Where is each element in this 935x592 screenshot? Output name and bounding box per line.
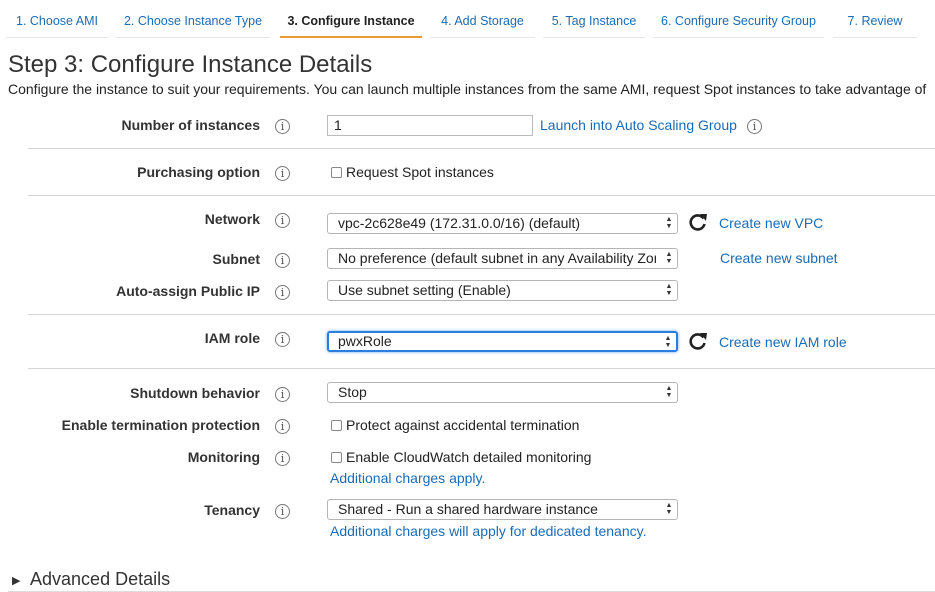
shutdown-value: Stop xyxy=(338,384,367,400)
info-icon[interactable]: i xyxy=(747,119,762,134)
termination-checkbox-label[interactable]: Protect against accidental termination xyxy=(346,417,579,433)
tenancy-value: Shared - Run a shared hardware instance xyxy=(338,501,598,517)
refresh-icon[interactable] xyxy=(688,212,708,232)
instances-label: Number of instances xyxy=(121,117,260,133)
updown-arrows-icon: ▲ ▼ xyxy=(664,335,672,349)
divider xyxy=(28,148,935,149)
wizard-tabs: 1. Choose AMI 2. Choose Instance Type 3.… xyxy=(0,0,935,40)
tab-tag-instance[interactable]: 5. Tag Instance xyxy=(543,4,645,38)
monitoring-checkbox-label[interactable]: Enable CloudWatch detailed monitoring xyxy=(346,449,591,465)
subnet-label: Subnet xyxy=(212,251,260,267)
monitoring-label: Monitoring xyxy=(187,449,260,465)
info-icon[interactable]: i xyxy=(275,451,290,466)
iam-role-value: pwxRole xyxy=(338,333,392,349)
tab-configure-security-group[interactable]: 6. Configure Security Group xyxy=(653,4,824,38)
info-icon[interactable]: i xyxy=(275,332,290,347)
tab-configure-instance[interactable]: 3. Configure Instance xyxy=(280,4,422,38)
network-select[interactable]: vpc-2c628e49 (172.31.0.0/16) (default) ▲… xyxy=(327,213,678,234)
shutdown-label: Shutdown behavior xyxy=(130,385,260,401)
info-icon[interactable]: i xyxy=(275,387,290,402)
caret-right-icon: ▶ xyxy=(12,574,21,587)
public-ip-label: Auto-assign Public IP xyxy=(116,283,260,299)
tenancy-label: Tenancy xyxy=(204,502,260,518)
subnet-select[interactable]: No preference (default subnet in any Ava… xyxy=(327,248,678,269)
info-icon[interactable]: i xyxy=(275,213,290,228)
divider xyxy=(28,314,935,315)
instances-input[interactable]: 1 xyxy=(327,115,533,136)
divider xyxy=(28,368,935,369)
tab-choose-ami[interactable]: 1. Choose AMI xyxy=(6,4,108,38)
page-subtitle: Configure the instance to suit your requ… xyxy=(8,81,927,97)
advanced-details-toggle[interactable]: ▶ Advanced Details xyxy=(12,569,170,590)
info-icon[interactable]: i xyxy=(275,119,290,134)
create-subnet-link[interactable]: Create new subnet xyxy=(720,250,838,266)
info-icon[interactable]: i xyxy=(275,253,290,268)
advanced-details-label: Advanced Details xyxy=(30,569,171,589)
shutdown-select[interactable]: Stop ▲ ▼ xyxy=(327,382,678,403)
public-ip-select[interactable]: Use subnet setting (Enable) ▲ ▼ xyxy=(327,280,678,301)
iam-role-select[interactable]: pwxRole ▲ ▼ xyxy=(327,331,678,352)
info-icon[interactable]: i xyxy=(275,166,290,181)
network-value: vpc-2c628e49 (172.31.0.0/16) (default) xyxy=(338,215,581,231)
page-title: Step 3: Configure Instance Details xyxy=(8,51,373,78)
info-icon[interactable]: i xyxy=(275,419,290,434)
tab-add-storage[interactable]: 4. Add Storage xyxy=(430,4,535,38)
purchasing-label: Purchasing option xyxy=(137,164,260,180)
tenancy-select[interactable]: Shared - Run a shared hardware instance … xyxy=(327,499,678,520)
create-vpc-link[interactable]: Create new VPC xyxy=(719,215,823,231)
create-iam-role-link[interactable]: Create new IAM role xyxy=(719,334,847,350)
divider xyxy=(28,195,935,196)
tenancy-charges-link[interactable]: Additional charges will apply for dedica… xyxy=(330,523,646,539)
iam-role-label: IAM role xyxy=(204,330,260,346)
monitoring-charges-link[interactable]: Additional charges apply. xyxy=(330,470,485,486)
network-label: Network xyxy=(204,211,260,227)
refresh-icon[interactable] xyxy=(688,331,708,351)
spot-checkbox-label[interactable]: Request Spot instances xyxy=(346,164,494,180)
tab-review[interactable]: 7. Review xyxy=(833,4,917,38)
subnet-value: No preference (default subnet in any Ava… xyxy=(338,250,656,266)
tab-choose-instance-type[interactable]: 2. Choose Instance Type xyxy=(116,4,270,38)
updown-arrows-icon: ▲ ▼ xyxy=(665,283,673,297)
updown-arrows-icon: ▲ ▼ xyxy=(665,502,673,516)
public-ip-value: Use subnet setting (Enable) xyxy=(338,282,511,298)
auto-scaling-link[interactable]: Launch into Auto Scaling Group xyxy=(540,117,737,133)
updown-arrows-icon: ▲ ▼ xyxy=(665,216,673,230)
termination-label: Enable termination protection xyxy=(61,417,260,433)
info-icon[interactable]: i xyxy=(275,285,290,300)
updown-arrows-icon: ▲ ▼ xyxy=(665,385,673,399)
spot-checkbox[interactable] xyxy=(331,167,342,178)
info-icon[interactable]: i xyxy=(275,504,290,519)
termination-checkbox[interactable] xyxy=(331,420,342,431)
updown-arrows-icon: ▲ ▼ xyxy=(665,251,673,265)
monitoring-checkbox[interactable] xyxy=(331,452,342,463)
